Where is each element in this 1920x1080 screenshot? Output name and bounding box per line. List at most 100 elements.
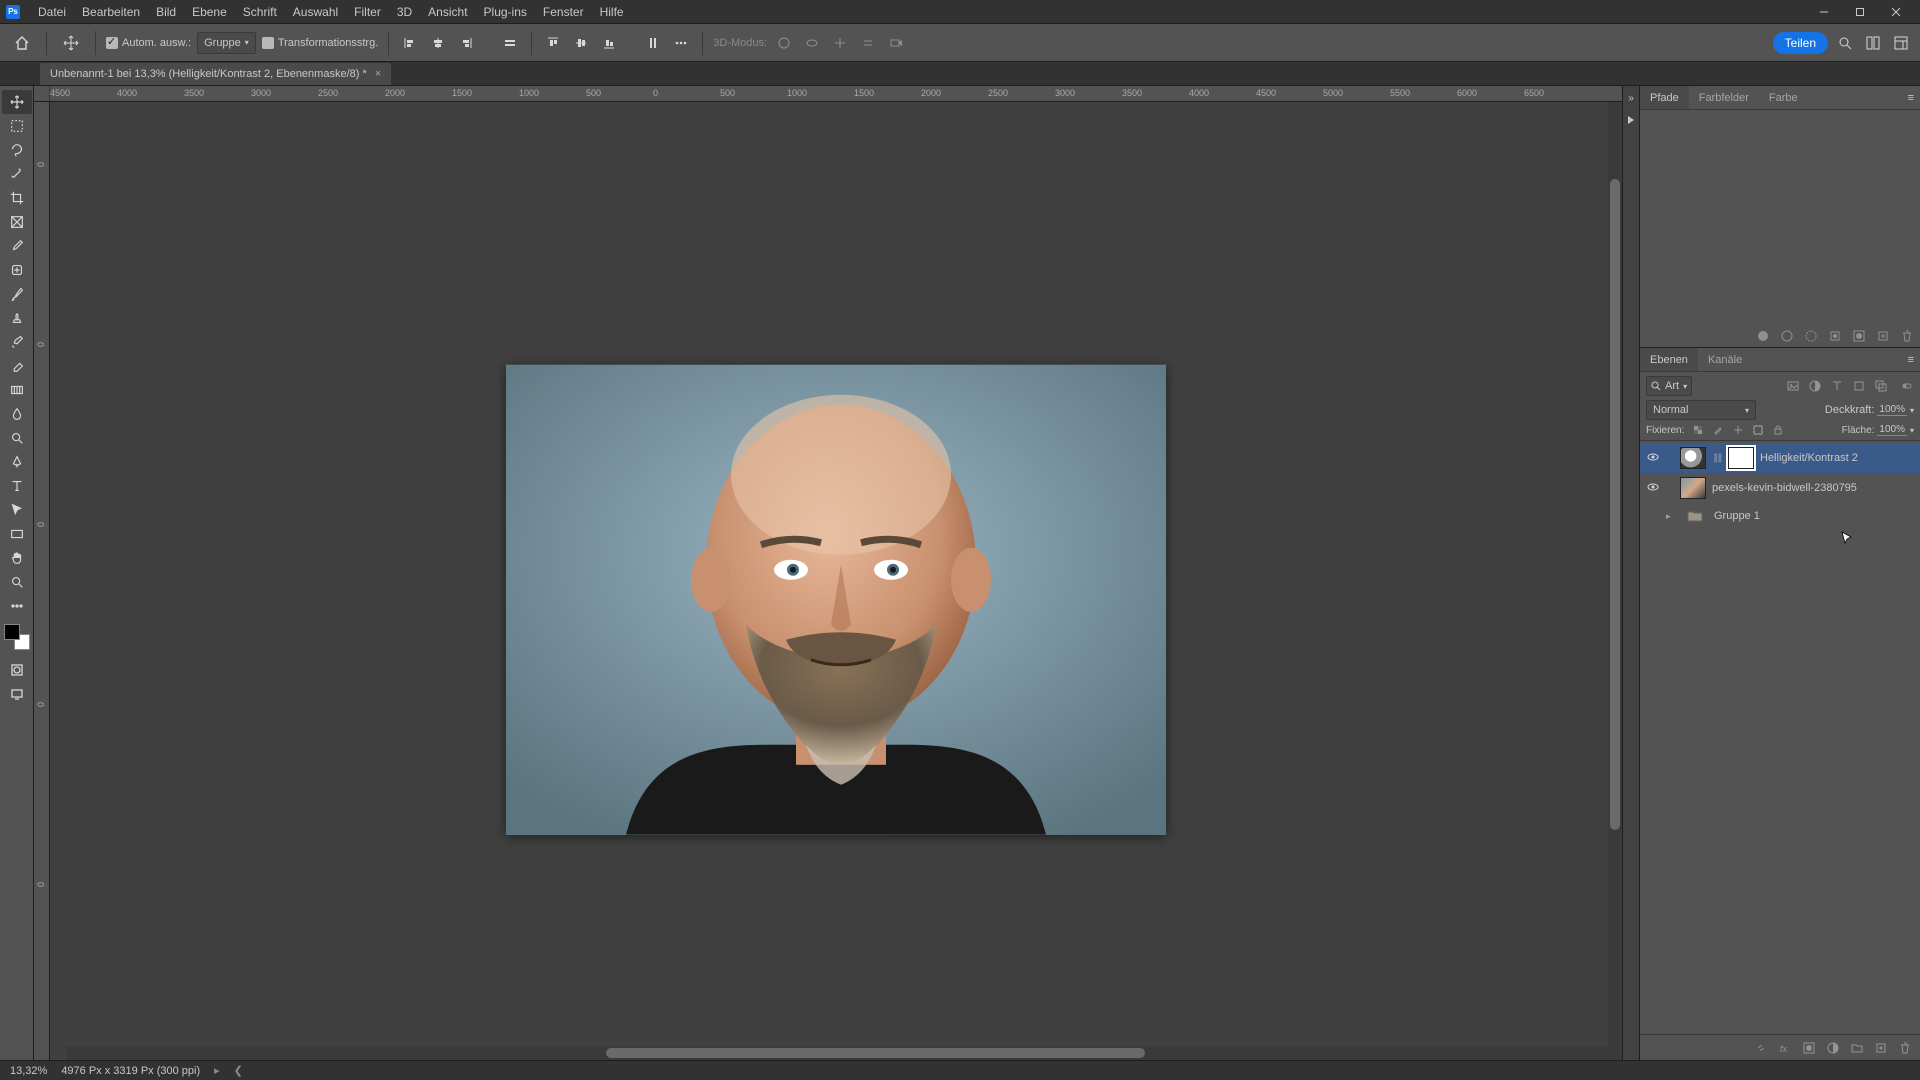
align-vcenter-icon[interactable]: [570, 32, 592, 54]
auto-select-target-dropdown[interactable]: Gruppe▾: [197, 32, 256, 54]
move-tool[interactable]: [2, 90, 32, 114]
history-brush-tool[interactable]: [2, 330, 32, 354]
distribute-v-icon[interactable]: [642, 32, 664, 54]
type-tool[interactable]: [2, 474, 32, 498]
menu-ebene[interactable]: Ebene: [184, 0, 235, 23]
brush-tool[interactable]: [2, 282, 32, 306]
layer-thumbnail[interactable]: [1680, 477, 1706, 499]
layer-fx-icon[interactable]: fx: [1778, 1041, 1792, 1055]
tab-ebenen[interactable]: Ebenen: [1640, 348, 1698, 371]
panel-menu-icon[interactable]: ≡: [1902, 92, 1920, 104]
opacity-field[interactable]: Deckkraft: 100% ▾: [1825, 404, 1914, 416]
fill-path-icon[interactable]: [1756, 329, 1770, 343]
path-to-selection-icon[interactable]: [1804, 329, 1818, 343]
pen-tool[interactable]: [2, 450, 32, 474]
status-arrow-icon[interactable]: ▸: [214, 1064, 220, 1077]
window-close-button[interactable]: [1878, 0, 1914, 24]
lock-pixels-icon[interactable]: [1692, 424, 1704, 436]
stroke-path-icon[interactable]: [1780, 329, 1794, 343]
filter-toggle-icon[interactable]: [1900, 379, 1914, 393]
healing-brush-tool[interactable]: [2, 258, 32, 282]
menu-ansicht[interactable]: Ansicht: [420, 0, 475, 23]
lock-all-icon[interactable]: [1772, 424, 1784, 436]
new-group-icon[interactable]: [1850, 1041, 1864, 1055]
fill-value[interactable]: 100%: [1877, 424, 1907, 436]
color-swatches[interactable]: [4, 624, 30, 650]
align-bottom-icon[interactable]: [598, 32, 620, 54]
expand-panels-icon[interactable]: »: [1623, 90, 1639, 106]
align-hcenter-icon[interactable]: [427, 32, 449, 54]
align-left-icon[interactable]: [399, 32, 421, 54]
align-top-icon[interactable]: [542, 32, 564, 54]
adjustment-thumbnail[interactable]: [1680, 447, 1706, 469]
filter-shape-icon[interactable]: [1852, 379, 1866, 393]
menu-plugins[interactable]: Plug-ins: [476, 0, 535, 23]
transform-controls-checkbox[interactable]: Transformationsstrg.: [262, 37, 378, 49]
search-icon[interactable]: [1834, 32, 1856, 54]
blend-mode-dropdown[interactable]: Normal▾: [1646, 400, 1756, 420]
document-tab[interactable]: Unbenannt-1 bei 13,3% (Helligkeit/Kontra…: [40, 63, 391, 85]
menu-3d[interactable]: 3D: [389, 0, 420, 23]
tab-pfade[interactable]: Pfade: [1640, 86, 1689, 109]
frame-tool[interactable]: [2, 210, 32, 234]
layer-filter-dropdown[interactable]: Art ▾: [1646, 376, 1692, 396]
opacity-value[interactable]: 100%: [1877, 404, 1907, 416]
filter-adjust-icon[interactable]: [1808, 379, 1822, 393]
crop-tool[interactable]: [2, 186, 32, 210]
collapsed-panel-strip[interactable]: »: [1622, 86, 1640, 1060]
status-chevron-icon[interactable]: ❮: [234, 1064, 243, 1077]
zoom-level[interactable]: 13,32%: [10, 1065, 47, 1077]
menu-auswahl[interactable]: Auswahl: [285, 0, 346, 23]
blur-tool[interactable]: [2, 402, 32, 426]
lock-paint-icon[interactable]: [1712, 424, 1724, 436]
tab-farbe[interactable]: Farbe: [1759, 86, 1808, 109]
gradient-tool[interactable]: [2, 378, 32, 402]
align-right-icon[interactable]: [455, 32, 477, 54]
menu-filter[interactable]: Filter: [346, 0, 389, 23]
foreground-color-swatch[interactable]: [4, 624, 20, 640]
new-path-icon[interactable]: [1876, 329, 1890, 343]
share-button[interactable]: Teilen: [1773, 32, 1828, 54]
vertical-ruler[interactable]: 00000: [34, 102, 50, 1060]
hand-tool[interactable]: [2, 546, 32, 570]
filter-text-icon[interactable]: [1830, 379, 1844, 393]
rectangle-tool[interactable]: [2, 522, 32, 546]
delete-layer-icon[interactable]: [1898, 1041, 1912, 1055]
canvas[interactable]: [50, 102, 1622, 1060]
edit-toolbar-icon[interactable]: [2, 594, 32, 618]
delete-path-icon[interactable]: [1900, 329, 1914, 343]
workspace-icon[interactable]: [1890, 32, 1912, 54]
tab-farbfelder[interactable]: Farbfelder: [1689, 86, 1759, 109]
group-expand-icon[interactable]: ▸: [1666, 511, 1676, 522]
new-adjustment-icon[interactable]: [1826, 1041, 1840, 1055]
filter-pixel-icon[interactable]: [1786, 379, 1800, 393]
move-tool-icon[interactable]: [57, 29, 85, 57]
visibility-toggle-icon[interactable]: [1646, 451, 1660, 466]
vertical-scrollbar[interactable]: [1608, 102, 1622, 1060]
horizontal-ruler[interactable]: 4500400035003000250020001500100050005001…: [34, 86, 1622, 102]
new-layer-icon[interactable]: [1874, 1041, 1888, 1055]
menu-hilfe[interactable]: Hilfe: [592, 0, 632, 23]
fill-field[interactable]: Fläche: 100% ▾: [1842, 424, 1914, 436]
layers-panel-menu-icon[interactable]: ≡: [1902, 354, 1920, 366]
quickmask-icon[interactable]: [2, 658, 32, 682]
auto-select-checkbox[interactable]: Autom. ausw.:: [106, 37, 191, 49]
horizontal-scrollbar[interactable]: [66, 1046, 1608, 1060]
window-minimize-button[interactable]: [1806, 0, 1842, 24]
layer-row-adjustment[interactable]: ⛓ Helligkeit/Kontrast 2: [1640, 443, 1920, 473]
menu-bearbeiten[interactable]: Bearbeiten: [74, 0, 148, 23]
layer-row-group[interactable]: ▸ Gruppe 1: [1640, 503, 1920, 529]
layer-name[interactable]: Gruppe 1: [1714, 510, 1760, 522]
add-mask-icon[interactable]: [1802, 1041, 1816, 1055]
eraser-tool[interactable]: [2, 354, 32, 378]
marquee-tool[interactable]: [2, 114, 32, 138]
menu-bild[interactable]: Bild: [148, 0, 184, 23]
collapsed-panel-icon[interactable]: [1623, 112, 1639, 128]
lock-artboard-icon[interactable]: [1752, 424, 1764, 436]
distribute-icon[interactable]: [499, 32, 521, 54]
clone-stamp-tool[interactable]: [2, 306, 32, 330]
doc-info[interactable]: 4976 Px x 3319 Px (300 ppi): [61, 1065, 200, 1077]
window-maximize-button[interactable]: [1842, 0, 1878, 24]
menu-datei[interactable]: Datei: [30, 0, 74, 23]
lock-position-icon[interactable]: [1732, 424, 1744, 436]
